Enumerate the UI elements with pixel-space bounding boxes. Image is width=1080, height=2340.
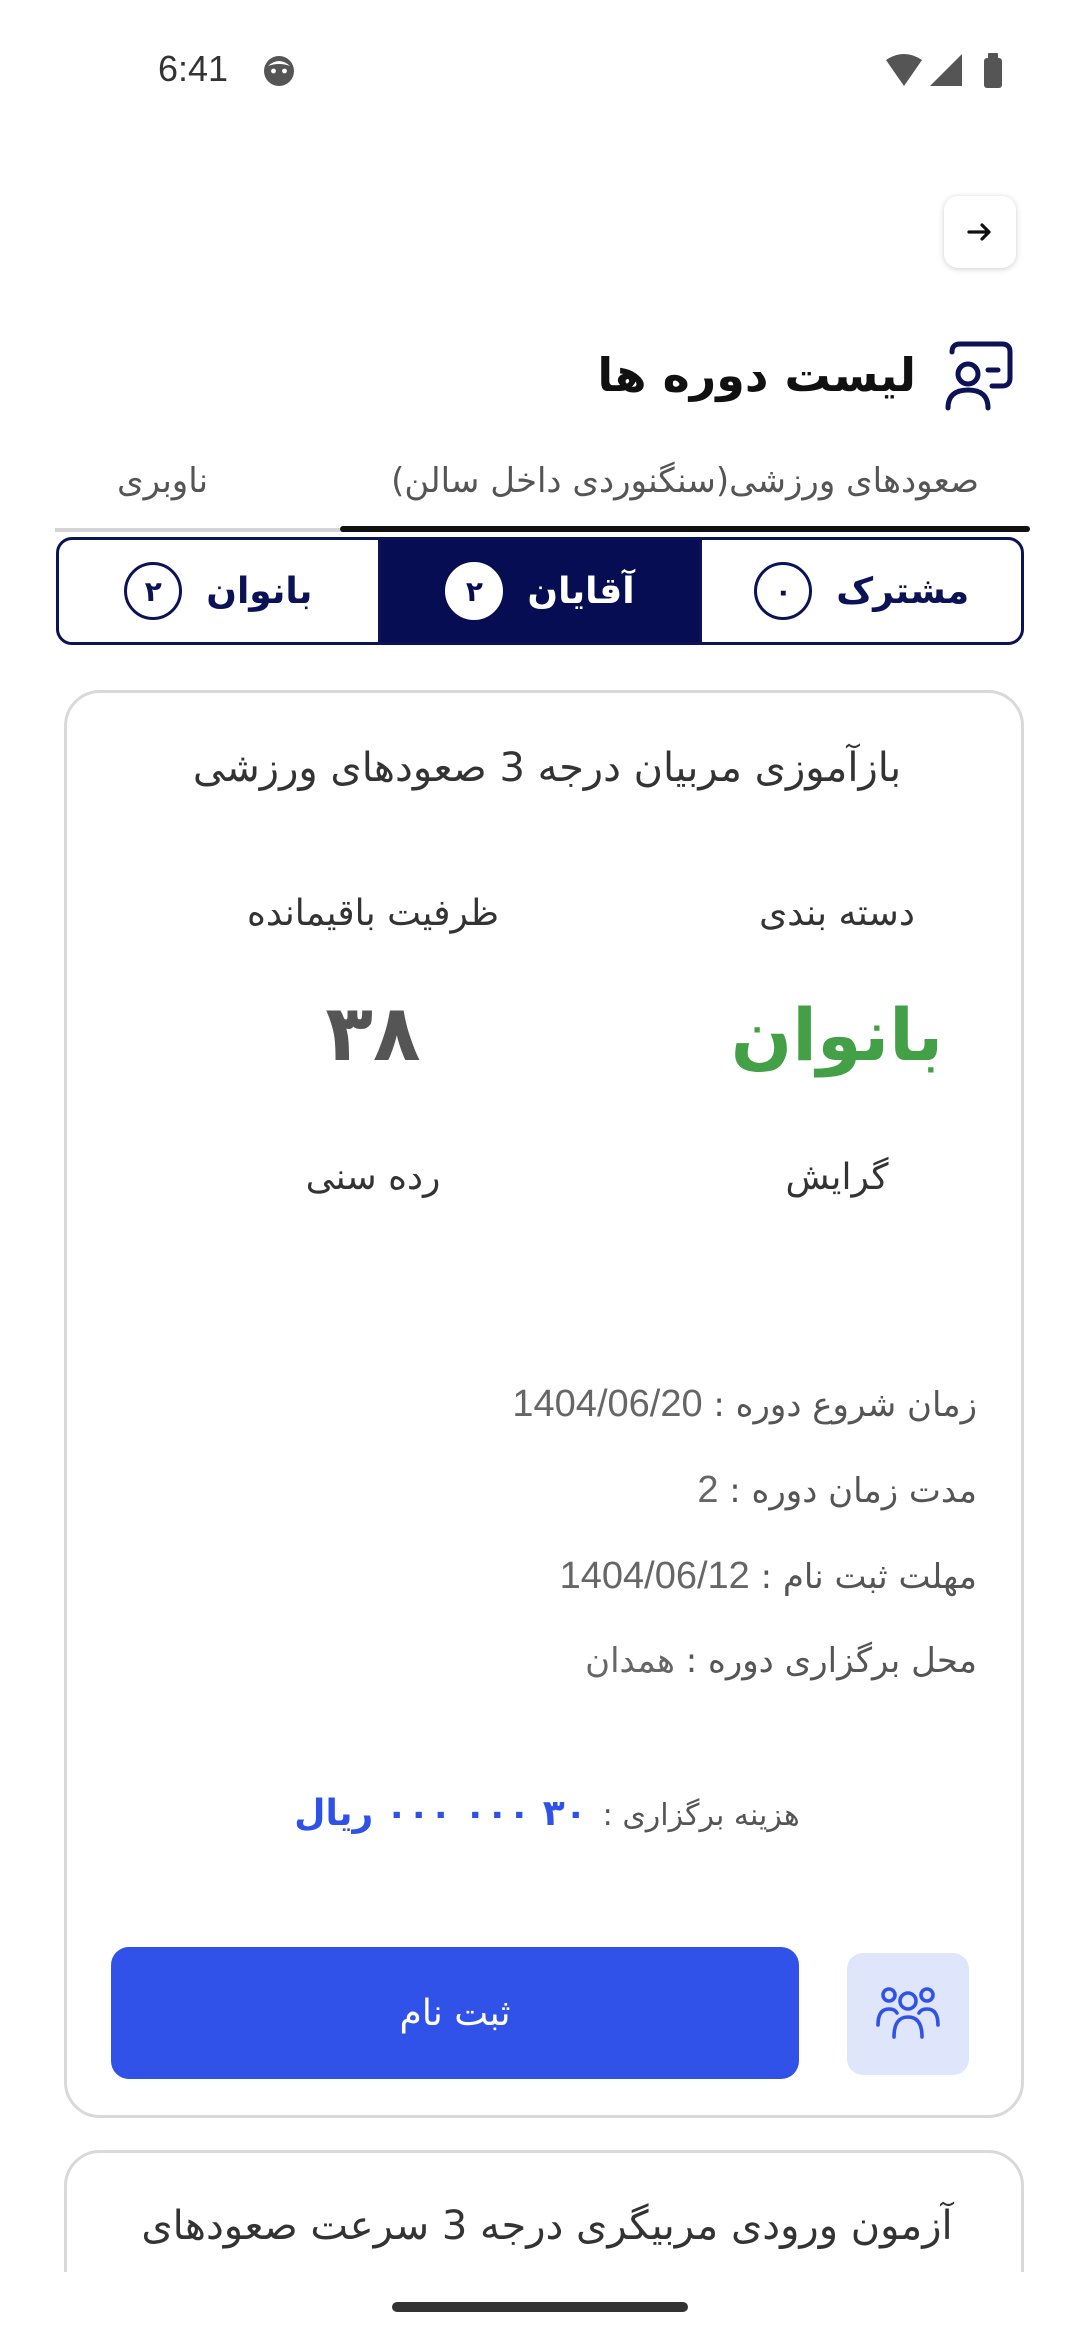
page-header: لیست دوره ها bbox=[597, 330, 1020, 420]
gender-filter: بانوان ۲ آقایان ۲ مشترک ۰ bbox=[56, 537, 1024, 645]
arrow-right-icon bbox=[967, 223, 991, 241]
duration-label: مدت زمان دوره : bbox=[729, 1471, 977, 1511]
fee-row: هزینه برگزاری : ۳۰ ۰۰۰ ۰۰۰ ریال bbox=[67, 1793, 1027, 1834]
duration-value: 2 bbox=[697, 1469, 719, 1511]
start-date-row: زمان شروع دوره : 1404/06/20 bbox=[512, 1383, 977, 1426]
register-button[interactable]: ثبت نام bbox=[111, 1947, 799, 2079]
course-title-next: آزمون ورودی مربیگری درجه 3 سرعت صعودهای bbox=[141, 2203, 953, 2249]
fee-value: ۳۰ ۰۰۰ ۰۰۰ ریال bbox=[294, 1793, 587, 1834]
people-group-icon bbox=[876, 1987, 940, 2039]
back-button[interactable] bbox=[944, 196, 1016, 268]
orientation-label: گرایش bbox=[785, 1157, 889, 1198]
deadline-label: مهلت ثبت نام : bbox=[760, 1557, 977, 1597]
age-group-label: رده سنی bbox=[305, 1157, 441, 1198]
category-label: دسته بندی bbox=[759, 893, 915, 934]
duration-row: مدت زمان دوره : 2 bbox=[697, 1469, 977, 1512]
segment-women[interactable]: بانوان ۲ bbox=[59, 540, 378, 642]
tab-active-indicator bbox=[340, 526, 1030, 532]
segment-shared-label: مشترک bbox=[836, 570, 970, 612]
location-value: همدان bbox=[585, 1641, 675, 1681]
tab-navigation[interactable]: ناوبری bbox=[55, 430, 270, 532]
fee-label: هزینه برگزاری : bbox=[602, 1798, 800, 1833]
capacity-label: ظرفیت باقیمانده bbox=[247, 893, 499, 934]
segment-men[interactable]: آقایان ۲ bbox=[377, 540, 700, 642]
start-date-value: 1404/06/20 bbox=[512, 1383, 703, 1425]
category-value: بانوان bbox=[730, 993, 944, 1077]
tab-bar: صعودهای ورزشی(سنگنوردی داخل سالن) ناوبری bbox=[55, 430, 1030, 532]
course-list-icon bbox=[945, 341, 1013, 411]
tab-sport-climbing[interactable]: صعودهای ورزشی(سنگنوردی داخل سالن) bbox=[340, 430, 1030, 532]
course-card: بازآموزی مربیان درجه 3 صعودهای ورزشی دست… bbox=[64, 690, 1024, 2118]
status-time: 6:41 bbox=[158, 48, 229, 89]
deadline-value: 1404/06/12 bbox=[559, 1555, 750, 1597]
participants-button[interactable] bbox=[847, 1953, 969, 2075]
notification-icon bbox=[264, 56, 294, 86]
segment-men-count: ۲ bbox=[445, 562, 504, 620]
capacity-value: ۳۸ bbox=[325, 989, 421, 1079]
segment-shared[interactable]: مشترک ۰ bbox=[699, 540, 1021, 642]
segment-women-label: بانوان bbox=[206, 570, 313, 612]
start-date-label: زمان شروع دوره : bbox=[713, 1385, 977, 1425]
segment-men-label: آقایان bbox=[527, 570, 635, 612]
status-bar: 6:41 bbox=[0, 0, 1080, 140]
system-status-icons bbox=[886, 53, 1002, 88]
page-title: لیست دوره ها bbox=[597, 348, 916, 402]
course-title: بازآموزی مربیان درجه 3 صعودهای ورزشی bbox=[192, 745, 902, 791]
segment-women-count: ۲ bbox=[124, 562, 183, 620]
location-row: محل برگزاری دوره : همدان bbox=[585, 1641, 977, 1681]
home-indicator[interactable] bbox=[392, 2302, 688, 2312]
segment-shared-count: ۰ bbox=[754, 562, 813, 620]
deadline-row: مهلت ثبت نام : 1404/06/12 bbox=[560, 1555, 977, 1598]
location-label: محل برگزاری دوره : bbox=[685, 1641, 977, 1681]
